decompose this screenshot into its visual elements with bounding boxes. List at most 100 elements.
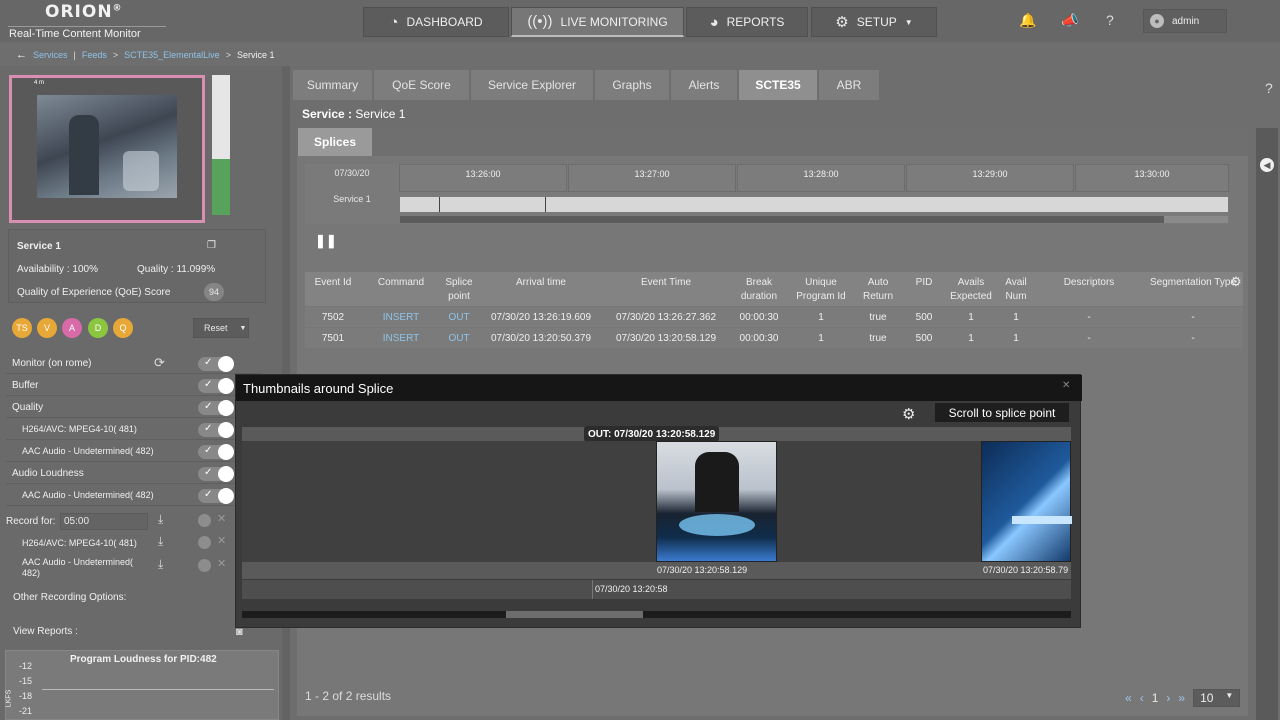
table-cell: 07/30/20 13:20:58.129	[615, 333, 717, 344]
badge-d[interactable]: D	[88, 318, 108, 338]
monitor-toggle[interactable]: ✓	[198, 378, 234, 394]
timeline-scrollbar[interactable]	[400, 216, 1228, 223]
column-header[interactable]: Event Id	[305, 276, 361, 290]
splice-marker[interactable]	[439, 197, 440, 212]
column-header[interactable]: Splice point	[439, 276, 479, 304]
download-icon[interactable]: ⤓	[158, 512, 163, 527]
column-header[interactable]: Segmentation Type	[1143, 276, 1243, 290]
prev-page-icon[interactable]: ‹	[1140, 691, 1144, 705]
download-icon[interactable]: ⤓	[158, 557, 163, 572]
badge-q[interactable]: Q	[113, 318, 133, 338]
monitor-toggle[interactable]: ✓	[198, 444, 234, 460]
next-page-icon[interactable]: ›	[1166, 691, 1170, 705]
record-status-icon[interactable]	[198, 514, 211, 527]
table-cell[interactable]: OUT	[439, 333, 479, 344]
nav-dashboard[interactable]: ◔ DASHBOARD	[363, 7, 509, 37]
page-size-select[interactable]: 10 ▼	[1193, 689, 1241, 707]
user-menu[interactable]: ● admin	[1143, 9, 1227, 33]
service-thumbnail[interactable]: 4 m	[9, 75, 205, 223]
column-header[interactable]: PID	[907, 276, 941, 290]
monitor-toggle[interactable]: ✓	[198, 400, 234, 416]
toggle-knob	[218, 488, 234, 504]
subtab-splices[interactable]: Splices	[298, 128, 372, 156]
tab-summary[interactable]: Summary	[293, 70, 372, 100]
splice-marker[interactable]	[545, 197, 546, 212]
column-header[interactable]: Auto Return	[855, 276, 901, 304]
tab-qoe-score[interactable]: QoE Score	[374, 70, 469, 100]
table-cell[interactable]: OUT	[439, 312, 479, 323]
table-cell[interactable]: INSERT	[367, 312, 435, 323]
help-icon[interactable]: ?	[1106, 12, 1114, 28]
table-cell: -	[1087, 333, 1091, 344]
gear-icon[interactable]: ⚙	[1230, 274, 1242, 290]
monitor-toggle[interactable]: ✓	[198, 356, 234, 372]
ruler-label: 07/30/20 13:20:58	[595, 584, 668, 594]
timeline-track[interactable]	[400, 197, 1228, 212]
modal-scrollbar[interactable]	[242, 611, 1071, 618]
monitor-toggle[interactable]: ✓	[198, 422, 234, 438]
refresh-icon[interactable]: ⟳	[154, 355, 165, 371]
monitor-toggle[interactable]: ✓	[198, 466, 234, 482]
column-header[interactable]: Break duration	[731, 276, 787, 304]
reset-dropdown[interactable]: Reset ▼	[193, 318, 249, 338]
table-cell[interactable]: INSERT	[367, 333, 435, 344]
nav-setup[interactable]: ⚙ SETUP ▼	[811, 7, 937, 37]
tab-graphs[interactable]: Graphs	[595, 70, 669, 100]
toggle-knob	[218, 400, 234, 416]
scroll-to-splice-button[interactable]: Scroll to splice point	[935, 403, 1069, 422]
table-cell: 7501	[321, 333, 345, 344]
tab-alerts[interactable]: Alerts	[671, 70, 737, 100]
column-header[interactable]: Event Time	[605, 276, 727, 290]
tab-service-explorer[interactable]: Service Explorer	[471, 70, 593, 100]
bell-icon[interactable]: 🔔	[1019, 12, 1036, 29]
column-header[interactable]: Avails Expected	[945, 276, 997, 304]
column-header[interactable]: Descriptors	[1041, 276, 1137, 290]
loudness-tick: -15	[19, 676, 33, 686]
badge-ts[interactable]: TS	[12, 318, 32, 338]
close-icon[interactable]: ✕	[217, 534, 226, 547]
close-icon[interactable]: ✕	[217, 557, 226, 570]
collapse-panel-icon[interactable]: ◀	[1260, 158, 1274, 172]
close-icon[interactable]: ✕	[217, 512, 226, 525]
badge-a[interactable]: A	[62, 318, 82, 338]
gear-icon: ⚙	[835, 14, 849, 31]
availability: Availability : 100%	[17, 264, 98, 275]
last-page-icon[interactable]: »	[1178, 691, 1185, 705]
nav-reports[interactable]: ◕ REPORTS	[686, 7, 808, 37]
breadcrumb-feed[interactable]: SCTE35_ElementalLive	[124, 50, 220, 60]
gear-icon[interactable]: ⚙	[902, 405, 915, 423]
toggle-knob	[218, 422, 234, 438]
thumbnail-frame[interactable]	[981, 441, 1072, 562]
megaphone-icon[interactable]: 📣	[1061, 12, 1078, 29]
record-status-icon[interactable]	[198, 536, 211, 549]
help-icon[interactable]: ?	[1265, 80, 1273, 96]
thumbnail-frame[interactable]	[656, 441, 777, 562]
timeline-scroll-thumb[interactable]	[400, 216, 1164, 223]
monitor-row-label: H264/AVC: MPEG4-10( 481)	[22, 424, 137, 434]
monitor-toggle[interactable]: ✓	[198, 488, 234, 504]
record-duration-input[interactable]: 05:00	[60, 513, 148, 530]
close-icon[interactable]: ✕	[1062, 380, 1070, 391]
table-cell: 1	[818, 333, 824, 344]
tab-scte35[interactable]: SCTE35	[739, 70, 817, 100]
nav-live-monitoring[interactable]: ((•)) LIVE MONITORING	[511, 7, 684, 37]
tab-abr[interactable]: ABR	[819, 70, 879, 100]
table-cell: 7502	[321, 312, 345, 323]
breadcrumb-feeds[interactable]: Feeds	[82, 50, 107, 60]
pause-icon[interactable]: ❚❚	[315, 233, 337, 249]
back-arrow-icon[interactable]: ←	[16, 49, 27, 61]
first-page-icon[interactable]: «	[1125, 691, 1132, 705]
thumbnail-time: 07/30/20 13:20:58.129	[657, 565, 748, 575]
splice-point-label: OUT: 07/30/20 13:20:58.129	[584, 426, 720, 442]
column-header[interactable]: Command	[367, 276, 435, 290]
current-page[interactable]: 1	[1152, 691, 1159, 705]
record-status-icon[interactable]	[198, 559, 211, 572]
modal-scroll-thumb[interactable]	[506, 611, 643, 618]
column-header[interactable]: Unique Program Id	[791, 276, 851, 304]
breadcrumb-services[interactable]: Services	[33, 50, 68, 60]
badge-v[interactable]: V	[37, 318, 57, 338]
column-header[interactable]: Avail Num	[1001, 276, 1031, 304]
copy-icon[interactable]: ❐	[207, 240, 216, 251]
column-header[interactable]: Arrival time	[485, 276, 597, 290]
download-icon[interactable]: ⤓	[158, 534, 163, 549]
